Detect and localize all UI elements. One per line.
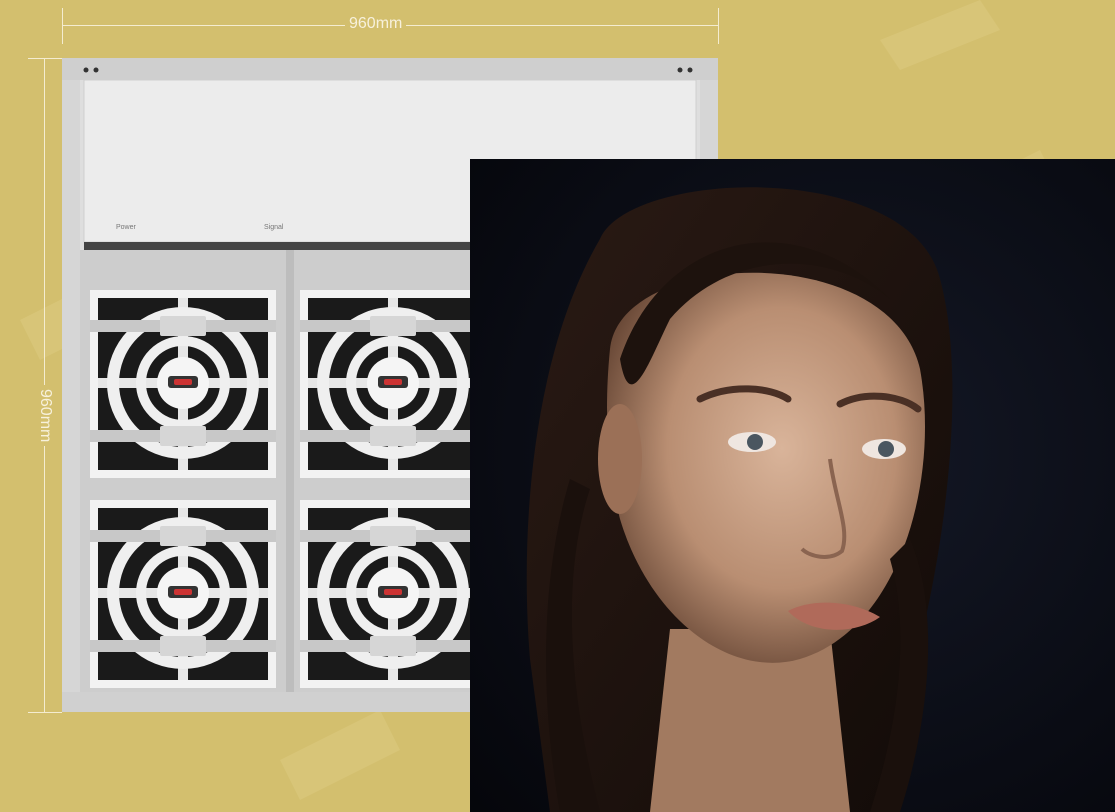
signal-port-label: Signal <box>264 224 284 231</box>
height-dimension-label: 960mm <box>34 385 54 447</box>
height-dimension-tick-bottom <box>28 712 62 713</box>
power-port-label: Power <box>116 224 136 231</box>
width-dimension-tick-left <box>62 8 63 44</box>
portrait-photo <box>470 159 1115 812</box>
width-dimension-tick-right <box>718 8 719 44</box>
width-dimension-label: 960mm <box>345 15 407 33</box>
height-dimension-tick-top <box>28 58 62 59</box>
